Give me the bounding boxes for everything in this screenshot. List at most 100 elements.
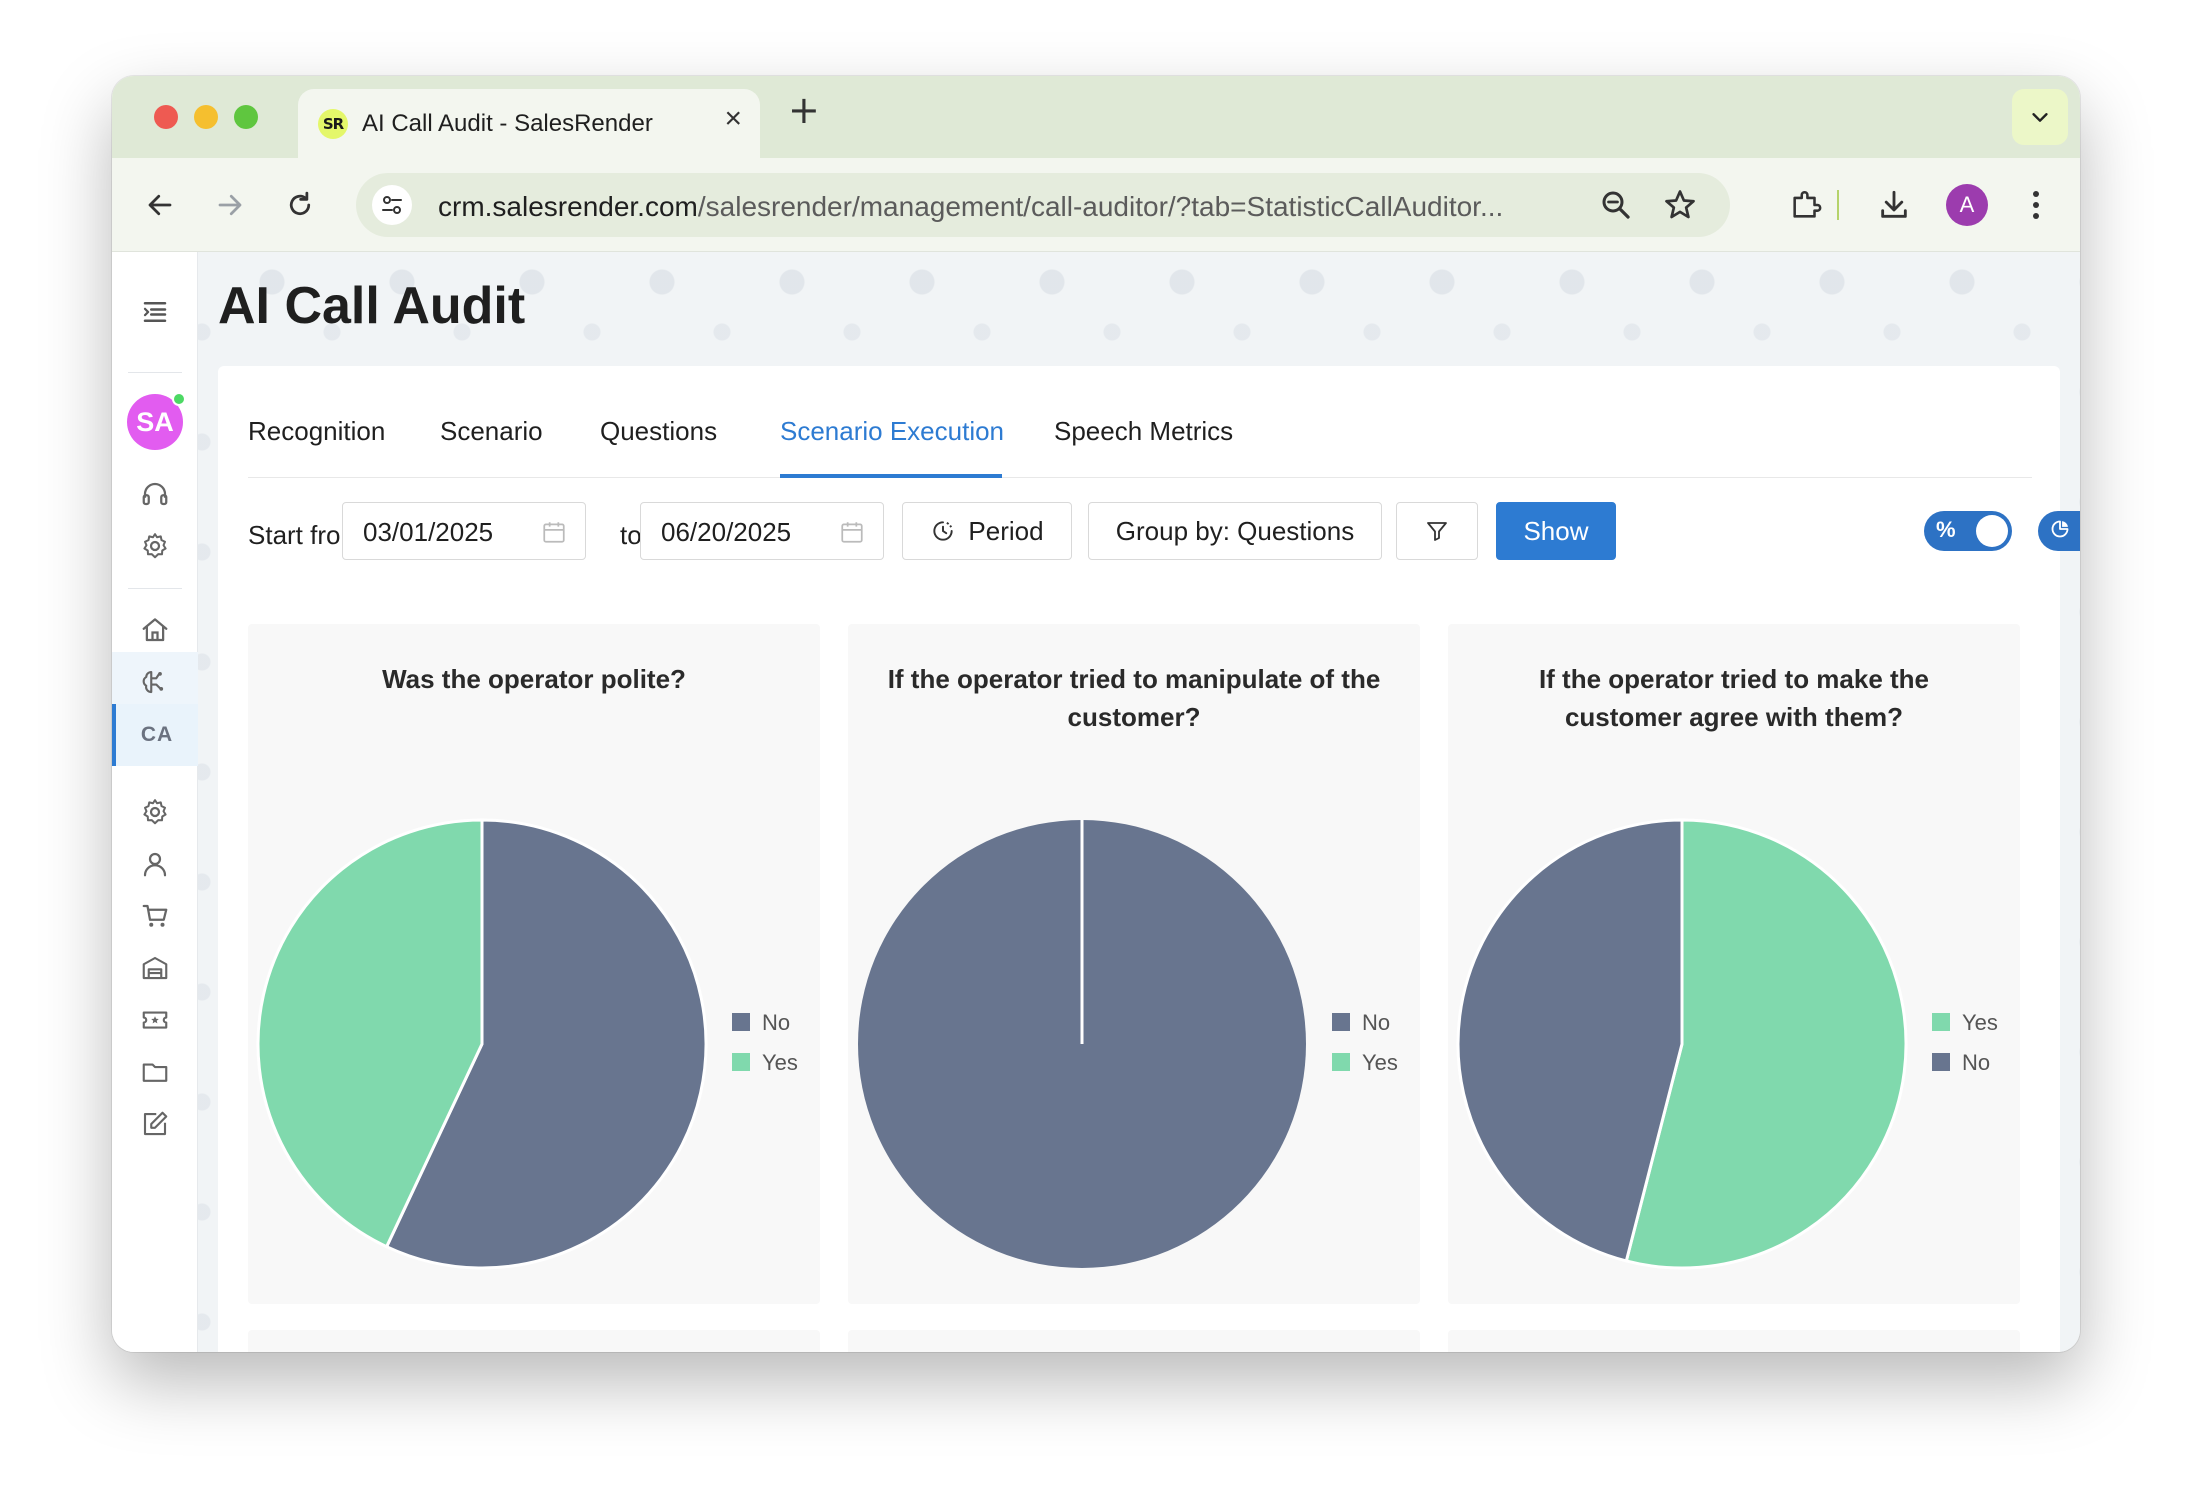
zoom-icon (1602, 191, 1630, 219)
toolbar-divider (1837, 190, 1839, 220)
pie-chart-icon (2050, 519, 2070, 545)
menu-indent-icon (143, 302, 167, 322)
ticket-icon (142, 1011, 168, 1029)
pie-chart-polite: No Yes (256, 818, 798, 1270)
back-button[interactable] (140, 185, 180, 225)
close-window-button[interactable] (154, 105, 178, 129)
legend-label-no[interactable]: No (1962, 1050, 1990, 1075)
show-button[interactable]: Show (1496, 502, 1616, 560)
arrow-left-icon (148, 194, 172, 216)
forward-button[interactable] (210, 185, 250, 225)
percent-icon: % (1936, 517, 1956, 542)
reload-icon (289, 191, 311, 216)
period-label: Period (968, 515, 1044, 546)
url-text[interactable]: crm.salesrender.com/salesrender/manageme… (438, 191, 1503, 223)
site-info-button[interactable] (372, 185, 412, 225)
folder-icon (142, 1063, 168, 1082)
tab-questions[interactable]: Questions (600, 416, 717, 447)
active-tab-indicator (780, 474, 1002, 478)
profile-avatar[interactable]: A (1946, 184, 1988, 226)
chart-card-next (1448, 1330, 2020, 1352)
legend-swatch-yes[interactable] (1332, 1053, 1350, 1071)
tab-title: AI Call Audit - SalesRender (362, 110, 653, 137)
menu-button[interactable] (2016, 185, 2056, 225)
sidebar-item-settings-top[interactable] (112, 516, 198, 576)
puzzle-icon (1793, 191, 1822, 218)
extensions-button[interactable] (1786, 185, 1826, 225)
sidebar-item-label: CA (140, 723, 174, 746)
chart-card-agree: If the operator tried to make the custom… (1448, 624, 2020, 1304)
more-vertical-icon (2033, 191, 2039, 219)
chart-card-manipulate: If the operator tried to manipulate of t… (848, 624, 1420, 1304)
tab-bar: Recognition Scenario Questions Scenario … (248, 366, 2032, 478)
legend-label-yes[interactable]: Yes (1362, 1050, 1398, 1075)
sidebar-item-orders[interactable] (112, 886, 198, 946)
period-button[interactable]: Period (902, 502, 1072, 560)
filter-button[interactable] (1396, 502, 1478, 560)
sidebar: SA CA (112, 252, 198, 1352)
end-date-input[interactable]: 06/20/2025 (640, 502, 884, 560)
browser-window: SR AI Call Audit - SalesRender × + crm.s… (112, 76, 2080, 1352)
user-icon (143, 852, 167, 877)
edit-icon (143, 1111, 168, 1136)
sidebar-item-files[interactable] (112, 1042, 198, 1102)
legend-swatch-no[interactable] (1932, 1053, 1950, 1071)
warehouse-icon (142, 956, 168, 980)
sidebar-item-calls[interactable] (112, 464, 198, 524)
address-bar[interactable]: crm.salesrender.com/salesrender/manageme… (356, 173, 1730, 237)
toggle-knob (1976, 515, 2008, 547)
browser-tab-active[interactable]: SR AI Call Audit - SalesRender × (298, 89, 760, 158)
chevron-down-icon (2032, 113, 2048, 122)
sidebar-item-call-auditor[interactable]: CA (112, 704, 198, 766)
sidebar-item-users[interactable] (112, 834, 198, 894)
tab-search-button[interactable] (2012, 89, 2068, 145)
start-date-input[interactable]: 03/01/2025 (342, 502, 586, 560)
group-by-label: Group by: Questions (1115, 515, 1355, 546)
sidebar-divider (128, 588, 182, 589)
tab-scenario-execution[interactable]: Scenario Execution (780, 416, 1004, 447)
to-label: to (620, 520, 642, 550)
download-icon (1881, 190, 1907, 218)
sidebar-item-warehouse[interactable] (112, 938, 198, 998)
sidebar-item-settings[interactable] (112, 782, 198, 842)
legend-swatch-yes[interactable] (1932, 1013, 1950, 1031)
legend-label-yes[interactable]: Yes (762, 1050, 798, 1075)
legend-label-yes[interactable]: Yes (1962, 1010, 1998, 1035)
downloads-button[interactable] (1874, 185, 1914, 225)
zoom-button[interactable] (1598, 187, 1634, 228)
tab-speech-metrics[interactable]: Speech Metrics (1054, 416, 1233, 447)
group-by-select[interactable]: Group by: Questions (1088, 502, 1382, 560)
percent-toggle[interactable]: % (1924, 511, 2012, 551)
bookmark-button[interactable] (1662, 187, 1698, 228)
tab-strip: SR AI Call Audit - SalesRender × + (112, 76, 2080, 158)
tab-scenario[interactable]: Scenario (440, 416, 543, 447)
calendar-icon (541, 519, 567, 550)
reload-button[interactable] (280, 185, 320, 225)
sidebar-item-ai[interactable] (112, 652, 198, 712)
page-content: SA CA AI Call Audit Recognition Scenario… (112, 252, 2080, 1352)
tune-icon (382, 196, 402, 214)
sidebar-item-promotions[interactable] (112, 990, 198, 1050)
sidebar-collapse-button[interactable] (112, 282, 198, 342)
legend-swatch-no[interactable] (732, 1013, 750, 1031)
maximize-window-button[interactable] (234, 105, 258, 129)
sidebar-item-home[interactable] (112, 600, 198, 660)
chart-card-next (848, 1330, 1420, 1352)
legend-label-no[interactable]: No (762, 1010, 790, 1035)
chart-card-polite: Was the operator polite? No Yes (248, 624, 820, 1304)
favicon-icon: SR (318, 109, 348, 139)
chart-type-toggle[interactable] (2038, 511, 2080, 551)
legend-swatch-no[interactable] (1332, 1013, 1350, 1031)
legend-swatch-yes[interactable] (732, 1053, 750, 1071)
minimize-window-button[interactable] (194, 105, 218, 129)
legend-label-no[interactable]: No (1362, 1010, 1390, 1035)
main-card: Recognition Scenario Questions Scenario … (218, 366, 2080, 1352)
sidebar-item-edit[interactable] (112, 1094, 198, 1154)
new-tab-button[interactable]: + (788, 91, 820, 129)
home-icon (142, 618, 168, 642)
tab-recognition[interactable]: Recognition (248, 416, 385, 447)
history-icon (933, 521, 954, 541)
close-tab-icon[interactable]: × (724, 104, 742, 134)
end-date-value: 06/20/2025 (661, 517, 792, 547)
cart-icon (142, 904, 168, 927)
